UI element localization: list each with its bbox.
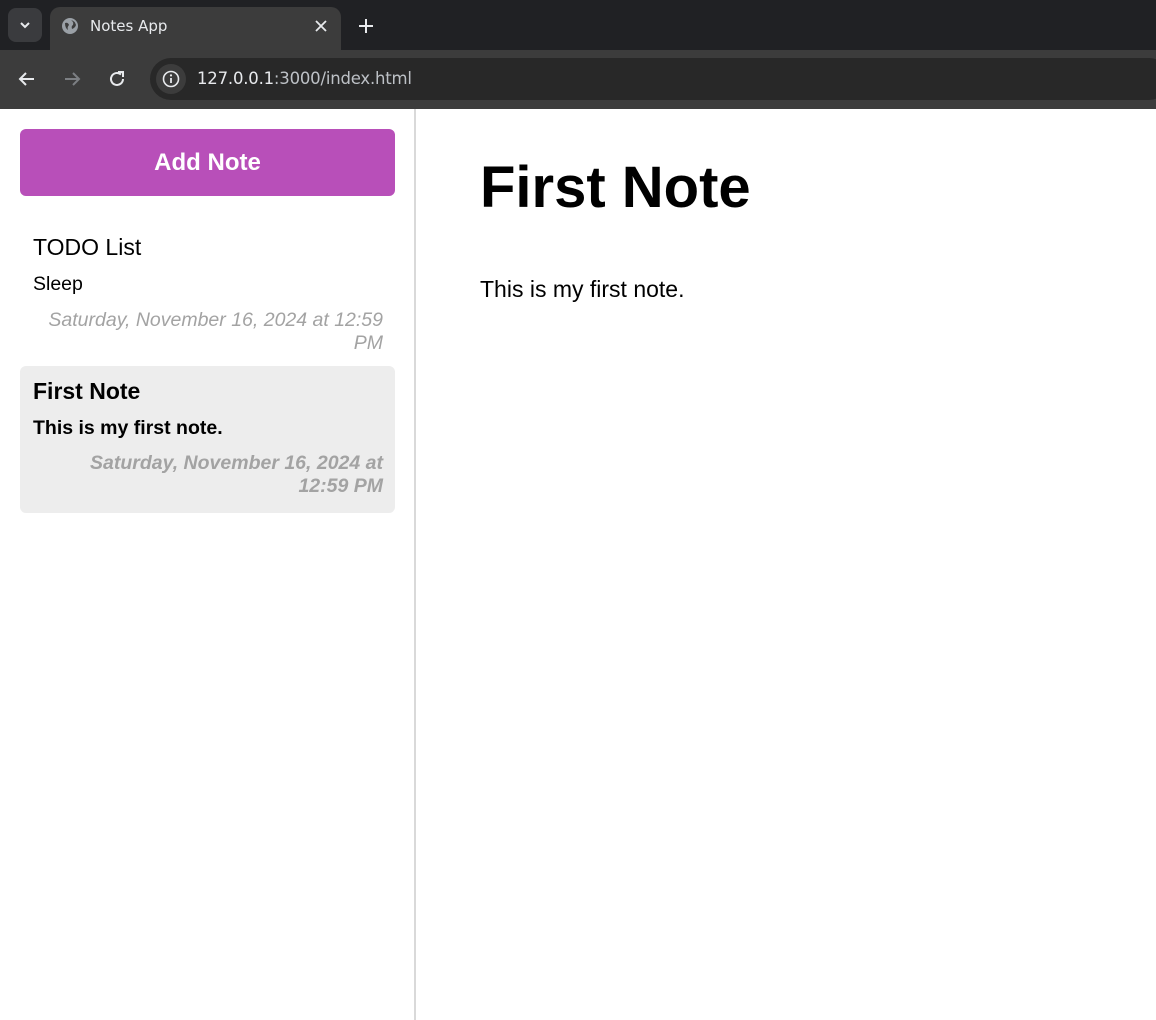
note-preview: This is my first note. bbox=[33, 417, 223, 439]
close-icon[interactable] bbox=[311, 16, 331, 36]
notes-app: Add Note TODO List Sleep Saturday, Novem… bbox=[0, 109, 1156, 1020]
add-note-button[interactable]: Add Note bbox=[20, 129, 395, 196]
url-host: 127.0.0.1 bbox=[197, 69, 274, 88]
info-icon bbox=[162, 70, 180, 88]
browser-toolbar: 127.0.0.1:3000/index.html bbox=[0, 50, 1156, 109]
chevron-down-icon bbox=[20, 22, 30, 29]
note-title: TODO List bbox=[33, 234, 142, 260]
reload-icon bbox=[110, 71, 124, 86]
note-content[interactable]: This is my first note. bbox=[480, 276, 684, 303]
site-info-button[interactable] bbox=[156, 64, 186, 94]
sidebar: Add Note TODO List Sleep Saturday, Novem… bbox=[0, 109, 416, 1020]
note-heading[interactable]: First Note bbox=[480, 154, 751, 221]
arrow-left-icon bbox=[18, 72, 34, 86]
browser-chrome: Notes App 127.0.0.1:3000/index.html bbox=[0, 0, 1156, 109]
note-date: Saturday, November 16, 2024 at 12:59 PM bbox=[48, 309, 383, 354]
forward-button[interactable] bbox=[57, 64, 87, 94]
note-title: First Note bbox=[33, 378, 141, 404]
globe-icon bbox=[62, 18, 78, 34]
tab-search-button[interactable] bbox=[8, 8, 42, 42]
url-text: 127.0.0.1:3000/index.html bbox=[197, 69, 412, 88]
arrow-right-icon bbox=[65, 72, 81, 86]
plus-icon bbox=[359, 19, 373, 33]
tab-title: Notes App bbox=[90, 17, 168, 35]
reload-button[interactable] bbox=[102, 64, 132, 94]
tab-notes-app[interactable]: Notes App bbox=[50, 7, 341, 50]
new-tab-button[interactable] bbox=[352, 12, 380, 40]
note-item-todo-list[interactable]: TODO List Sleep Saturday, November 16, 2… bbox=[20, 217, 395, 366]
note-list: TODO List Sleep Saturday, November 16, 2… bbox=[20, 217, 395, 513]
address-bar[interactable]: 127.0.0.1:3000/index.html bbox=[150, 58, 1156, 100]
url-path: :3000/index.html bbox=[273, 69, 412, 88]
note-item-first-note[interactable]: First Note This is my first note. Saturd… bbox=[20, 366, 395, 513]
note-preview: Sleep bbox=[33, 273, 83, 295]
note-date: Saturday, November 16, 2024 at 12:59 PM bbox=[89, 452, 383, 497]
back-button[interactable] bbox=[12, 64, 42, 94]
tab-strip: Notes App bbox=[0, 0, 1156, 50]
